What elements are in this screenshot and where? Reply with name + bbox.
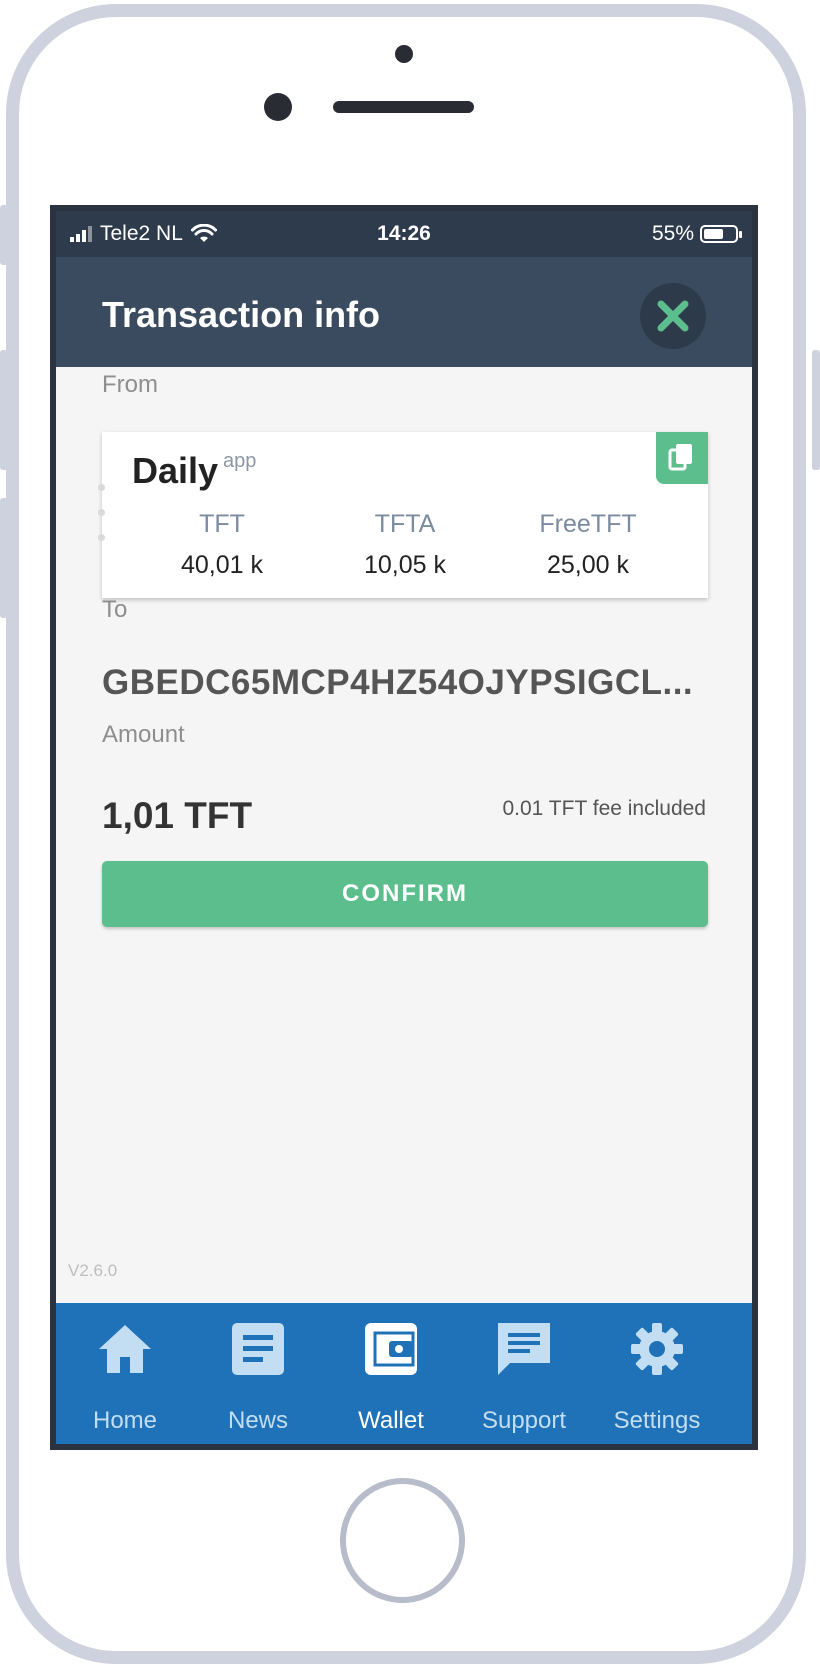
proximity-sensor <box>395 45 413 63</box>
app-version: V2.6.0 <box>68 1261 118 1280</box>
balance-currency: TFT <box>199 510 245 538</box>
mute-switch <box>0 205 8 265</box>
bottom-nav: Home News Wallet Support Settings <box>56 1303 752 1450</box>
news-icon <box>232 1323 284 1375</box>
power-button <box>812 350 820 470</box>
nav-item-wallet[interactable]: Wallet <box>322 1303 460 1450</box>
amount-label: Amount <box>102 721 185 748</box>
balance-tft: TFT 40,01 k <box>132 510 312 580</box>
volume-down-button <box>0 498 8 618</box>
page-header: Transaction info <box>56 257 752 367</box>
volume-up-button <box>0 350 8 470</box>
home-button[interactable] <box>340 1478 465 1603</box>
balance-amount: 10,05 k <box>363 551 446 579</box>
nav-label: Support <box>481 1407 567 1434</box>
gear-icon <box>631 1323 683 1375</box>
nav-label: News <box>227 1407 288 1434</box>
account-tag: app <box>223 450 257 472</box>
balance-currency: TFTA <box>374 510 436 538</box>
nav-item-news[interactable]: News <box>189 1303 327 1444</box>
status-right: 55% <box>651 222 742 246</box>
confirm-button[interactable]: CONFIRM <box>102 861 708 927</box>
copy-button[interactable] <box>656 432 708 484</box>
nav-label: Wallet <box>358 1407 424 1434</box>
balance-freetft: FreeTFT 25,00 k <box>498 510 678 580</box>
fee-note: 0.01 TFT fee included <box>502 797 706 820</box>
drag-handle-icon <box>98 484 105 559</box>
status-bar: Tele2 NL 14:26 55% <box>56 211 752 257</box>
nav-item-settings[interactable]: Settings <box>588 1303 726 1444</box>
home-icon <box>99 1325 151 1373</box>
chat-icon <box>498 1323 550 1375</box>
nav-label: Home <box>92 1407 158 1434</box>
account-name: Daily <box>132 450 219 491</box>
page-title: Transaction info <box>102 294 381 335</box>
to-label: To <box>102 596 128 623</box>
status-time: 14:26 <box>377 222 431 245</box>
copy-icon <box>668 444 692 471</box>
nav-item-home[interactable]: Home <box>56 1303 194 1444</box>
front-camera <box>264 93 292 121</box>
earpiece-speaker <box>333 101 474 113</box>
battery-icon <box>700 225 742 243</box>
balance-currency: FreeTFT <box>539 510 637 538</box>
close-button[interactable] <box>640 283 706 349</box>
screen: Tele2 NL 14:26 55% Transaction info From… <box>50 205 758 1450</box>
wallet-icon <box>365 1323 417 1375</box>
nav-label: Settings <box>613 1407 701 1434</box>
close-icon <box>657 300 689 332</box>
battery-percent: 55% <box>651 222 694 245</box>
account-card[interactable]: Daily app TFT 40,01 k TFTA 10,05 k FreeT… <box>98 432 708 598</box>
balance-amount: 25,00 k <box>546 551 629 579</box>
from-label: From <box>102 371 158 398</box>
nav-item-support[interactable]: Support <box>455 1303 593 1444</box>
balance-tfta: TFTA 10,05 k <box>315 510 495 580</box>
active-tab-indicator <box>322 1446 460 1450</box>
amount-value: 1,01 TFT <box>102 795 253 836</box>
recipient-address: GBEDC65MCP4HZ54OJYPSIGCL... <box>102 663 694 702</box>
balance-amount: 40,01 k <box>180 551 263 579</box>
